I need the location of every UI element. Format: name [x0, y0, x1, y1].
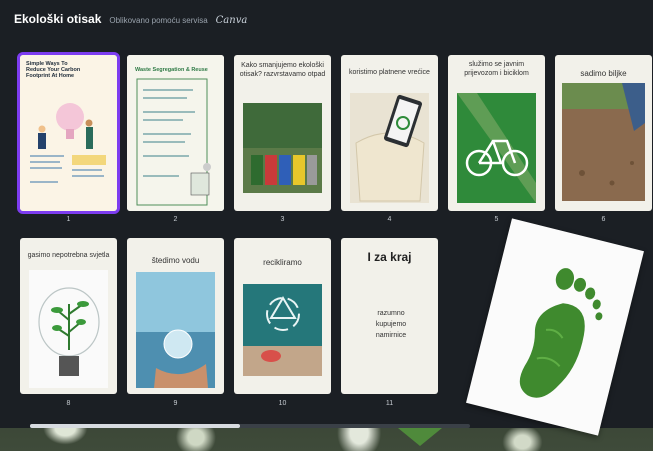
slide-number-10: 10	[278, 400, 287, 407]
slide-number-9: 9	[173, 400, 178, 407]
slide-11-title: I za kraj	[367, 250, 412, 264]
slide-9-water-sphere-photo	[136, 272, 215, 388]
slide-3-caption: Kako smanjujemo ekološki otisak? razvrst…	[239, 62, 326, 78]
slide-5-bike-lane-photo	[457, 93, 536, 203]
slide-6-caption: sadimo biljke	[580, 69, 627, 78]
slide-thumbnail-3[interactable]: Kako smanjujemo ekološki otisak? razvrst…	[234, 55, 331, 211]
slide-thumbnail-4[interactable]: koristimo platnene vrećice	[341, 55, 438, 211]
slide-number-3: 3	[280, 216, 285, 223]
slide-thumbnail-5[interactable]: služimo se javnim prijevozom i biciklom	[448, 55, 545, 211]
made-with-label: Oblikovano pomoću servisa	[109, 16, 208, 25]
slide-5-caption: služimo se javnim prijevozom i biciklom	[464, 61, 529, 77]
slide-number-11: 11	[385, 400, 394, 407]
scrollbar-thumb[interactable]	[30, 424, 240, 428]
slide-thumbnail-2[interactable]: Waste Segregation & Reuse	[127, 55, 224, 211]
slide-number-4: 4	[387, 216, 392, 223]
slide-4-tote-bag-photo	[350, 93, 429, 203]
presentation-title: Ekološki otisak	[14, 12, 102, 26]
slide-number-1: 1	[66, 216, 71, 223]
slide-8-lightbulb-plant-photo	[29, 270, 108, 388]
header: Ekološki otisak Oblikovano pomoću servis…	[14, 12, 247, 32]
slide-thumbnail-11[interactable]: I za kraj razumno kupujemo namirnice	[341, 238, 438, 394]
slide-8-caption: gasimo nepotrebna svjetla	[27, 252, 110, 259]
slide-thumbnail-8[interactable]: gasimo nepotrebna svjetla	[20, 238, 117, 394]
slide-9-caption: štedimo vodu	[151, 256, 200, 265]
slide-10-recycle-photo	[243, 284, 322, 376]
slide-6-planting-photo	[562, 83, 645, 201]
slide-number-6: 6	[601, 216, 606, 223]
down-arrow-icon	[398, 428, 442, 446]
canva-logo[interactable]: Canva	[216, 15, 248, 26]
slide-2-document-illustration	[136, 78, 211, 206]
slide-10-caption: recikliramo	[263, 258, 302, 267]
slide-number-5: 5	[494, 216, 499, 223]
slide-1-illustration	[30, 103, 106, 183]
slide-thumbnail-9[interactable]: štedimo vodu	[127, 238, 224, 394]
slide-11-caption: razumno kupujemo namirnice	[375, 310, 407, 339]
slide-4-caption: koristimo platnene vrećice	[349, 69, 430, 76]
slide-number-2: 2	[173, 216, 178, 223]
slide-number-8: 8	[66, 400, 71, 407]
slide-thumbnail-1[interactable]: Simple Ways To Reduce Your Carbon Footpr…	[17, 52, 120, 214]
slide-thumbnail-6[interactable]: sadimo biljke	[555, 55, 652, 211]
slide-3-recycling-bins-photo	[243, 103, 322, 193]
slide-thumbnail-10[interactable]: recikliramo	[234, 238, 331, 394]
